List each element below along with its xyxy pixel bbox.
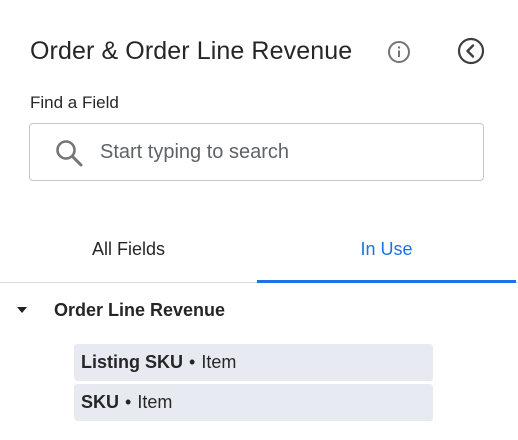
field-type: Item (137, 392, 173, 412)
field-picker-panel: Order & Order Line Revenue Find a Field (0, 0, 518, 440)
group-label: Order Line Revenue (54, 299, 226, 320)
tab-in-use[interactable]: In Use (257, 215, 516, 283)
field-item-sku[interactable]: SKU • Item (74, 384, 433, 421)
field-tabs: All Fields In Use (0, 215, 518, 283)
caret-down-icon (14, 302, 30, 318)
search-box[interactable] (29, 123, 484, 181)
search-input[interactable] (100, 134, 470, 170)
group-header-order-line-revenue[interactable]: Order Line Revenue (14, 295, 225, 325)
active-tab-indicator (257, 280, 516, 283)
find-field-label: Find a Field (30, 93, 119, 112)
field-separator: • (189, 352, 196, 372)
tab-all-fields[interactable]: All Fields (0, 215, 257, 283)
search-icon (54, 138, 84, 168)
field-type: Item (201, 352, 237, 372)
panel-title: Order & Order Line Revenue (30, 36, 353, 65)
field-separator: • (125, 392, 132, 412)
field-item-listing-sku[interactable]: Listing SKU • Item (74, 344, 433, 381)
field-name: SKU (81, 392, 120, 412)
info-icon[interactable] (386, 39, 412, 65)
panel-header: Order & Order Line Revenue (30, 33, 488, 69)
field-name: Listing SKU (81, 352, 183, 372)
collapse-panel-icon[interactable] (456, 36, 486, 66)
